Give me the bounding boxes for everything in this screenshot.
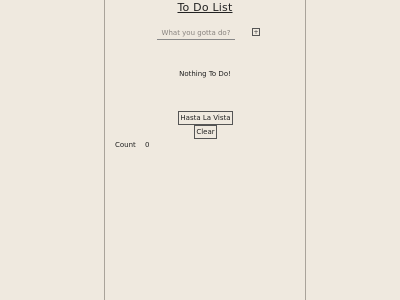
app-page: To Do List + Nothing To Do! Hasta La Vis… xyxy=(0,0,400,300)
empty-list-message: Nothing To Do! xyxy=(179,70,231,78)
clear-button[interactable]: Clear xyxy=(194,125,217,139)
todo-column: To Do List + Nothing To Do! Hasta La Vis… xyxy=(104,0,306,300)
count-value: 0 xyxy=(145,141,150,149)
page-title: To Do List xyxy=(177,1,233,14)
todo-input[interactable] xyxy=(157,26,235,40)
hasta-la-vista-button[interactable]: Hasta La Vista xyxy=(178,111,233,125)
add-todo-button[interactable]: + xyxy=(252,28,260,36)
count-label: Count xyxy=(115,141,136,149)
